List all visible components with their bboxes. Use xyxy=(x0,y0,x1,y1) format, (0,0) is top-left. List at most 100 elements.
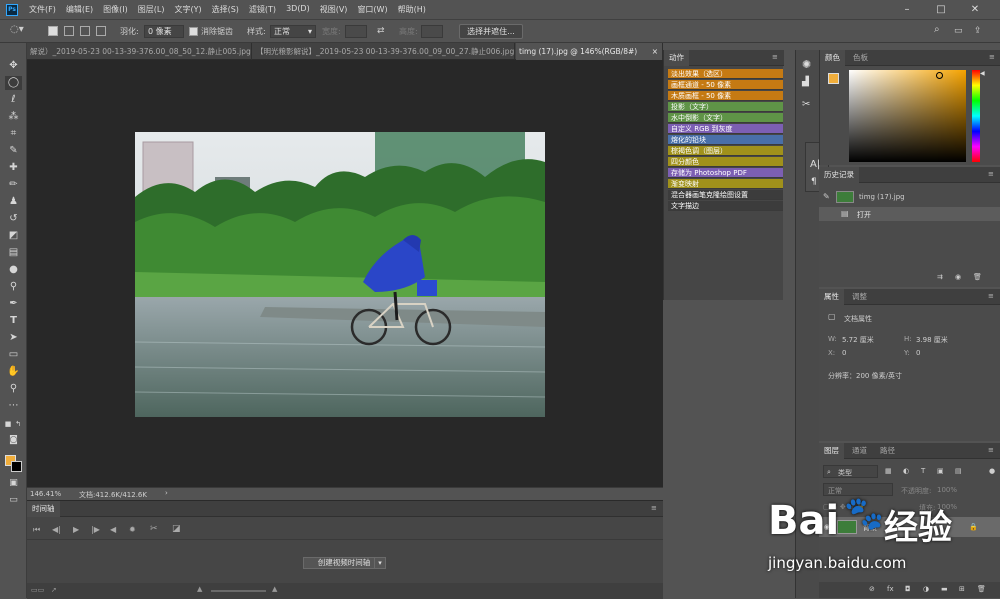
share-icon[interactable]: ⇪ xyxy=(974,25,982,38)
select-and-mask-button[interactable]: 选择并遮住... xyxy=(459,24,523,39)
menu-item[interactable]: 窗口(W) xyxy=(352,4,392,15)
filter-type-icon[interactable]: T xyxy=(921,467,925,475)
screen-mode-icon[interactable]: ▭ xyxy=(5,493,22,507)
menu-item[interactable]: 文件(F) xyxy=(24,4,61,15)
panel-menu-icon[interactable]: ≡ xyxy=(988,446,996,454)
brush-settings-icon[interactable]: ✺ xyxy=(802,58,811,71)
fg-swatch[interactable] xyxy=(828,73,839,84)
style-select[interactable]: 正常 ▾ xyxy=(270,25,316,38)
y-value[interactable]: 0 xyxy=(916,349,920,357)
history-state-row[interactable]: ▤ 打开 xyxy=(819,207,1000,221)
quick-mask-icon[interactable]: ◙ xyxy=(5,433,22,447)
search-icon[interactable]: ⌕ xyxy=(934,23,940,36)
actions-tab[interactable]: 动作 xyxy=(664,50,689,66)
quick-mask-mode-icon[interactable]: ▣ xyxy=(5,476,22,490)
render-icon[interactable]: ▭▭ xyxy=(31,586,44,594)
tab-swatches[interactable]: 色板 xyxy=(848,50,873,66)
first-frame-icon[interactable]: ⏮ xyxy=(33,525,40,535)
healing-brush-tool-icon[interactable]: ✚ xyxy=(5,161,22,175)
width-input[interactable] xyxy=(345,25,367,38)
chevron-down-icon[interactable]: ▾ xyxy=(374,557,386,569)
zoom-in-mountain-icon[interactable]: ▲ xyxy=(272,585,277,593)
default-colors-icon[interactable]: ■ xyxy=(3,417,13,431)
menu-item[interactable]: 选择(S) xyxy=(207,4,244,15)
timeline-tab[interactable]: 时间轴 xyxy=(27,501,60,517)
subtract-selection-icon[interactable] xyxy=(80,26,90,36)
transition-icon[interactable]: ◪ xyxy=(172,524,181,534)
new-snapshot-camera-icon[interactable]: ◉ xyxy=(955,273,961,281)
panel-menu-icon[interactable]: ≡ xyxy=(988,170,996,178)
tab-paths[interactable]: 路径 xyxy=(875,443,900,459)
tab-history[interactable]: 历史记录 xyxy=(819,167,859,183)
swap-icon[interactable]: ⇄ xyxy=(377,25,385,38)
workspace-icon[interactable]: ▭ xyxy=(954,25,963,38)
tab-color[interactable]: 颜色 xyxy=(820,50,845,66)
settings-gear-icon[interactable]: ✹ xyxy=(129,525,136,534)
pen-tool-icon[interactable]: ✒ xyxy=(5,297,22,311)
action-item[interactable]: 混合器画笔克隆绘图设置 xyxy=(668,190,783,200)
hand-tool-icon[interactable]: ✋ xyxy=(5,365,22,379)
brush-source-icon[interactable]: ✎ xyxy=(823,192,830,201)
tab-channels[interactable]: 通道 xyxy=(847,443,872,459)
rectangle-tool-icon[interactable]: ▭ xyxy=(5,348,22,362)
intersect-selection-icon[interactable] xyxy=(96,26,106,36)
tools-presets-icon[interactable]: ✂ xyxy=(802,99,810,110)
h-value[interactable]: 3.98 厘米 xyxy=(916,335,948,345)
crop-tool-icon[interactable]: ⌗ xyxy=(5,127,22,141)
minimize-icon[interactable]: – xyxy=(890,0,924,19)
filter-toggle-icon[interactable]: ● xyxy=(989,467,995,475)
menu-item[interactable]: 滤镜(T) xyxy=(244,4,281,15)
action-item[interactable]: 淡出效果（选区） xyxy=(668,69,783,79)
eraser-tool-icon[interactable]: ◩ xyxy=(5,229,22,243)
feather-input[interactable]: 0 像素 xyxy=(144,25,184,38)
menu-item[interactable]: 帮助(H) xyxy=(393,4,431,15)
menu-item[interactable]: 图像(I) xyxy=(98,4,133,15)
layer-filter-select[interactable]: ⌕ 类型 xyxy=(823,465,878,478)
color-picker-cursor[interactable] xyxy=(936,72,943,79)
lasso-tool-icon[interactable]: ℓ xyxy=(5,93,22,107)
menu-item[interactable]: 文字(Y) xyxy=(169,4,206,15)
menu-item[interactable]: 视图(V) xyxy=(315,4,353,15)
close-icon[interactable]: ✕ xyxy=(958,0,992,19)
color-field[interactable] xyxy=(849,70,966,162)
zoom-slider[interactable] xyxy=(211,590,266,592)
action-item[interactable]: 渐变映射 xyxy=(668,179,783,189)
move-tool-icon[interactable]: ✥ xyxy=(5,59,22,73)
hue-slider-handle-icon[interactable]: ◀ xyxy=(980,70,985,77)
filter-pixel-icon[interactable]: ▦ xyxy=(885,467,892,475)
doc-tab-1[interactable]: 解说）_2019-05-23 00-13-39-376.00_08_50_12.… xyxy=(27,43,252,60)
doc-tab-active[interactable]: timg (17).jpg @ 146%(RGB/8#) × xyxy=(516,43,663,60)
history-brush-tool-icon[interactable]: ↺ xyxy=(5,212,22,226)
panel-menu-icon[interactable]: ≡ xyxy=(651,504,659,512)
gradient-tool-icon[interactable]: ▤ xyxy=(5,246,22,260)
tab-adjustments[interactable]: 调整 xyxy=(847,289,872,305)
previous-frame-icon[interactable]: ◀| xyxy=(52,525,61,534)
action-item[interactable]: 投影（文字） xyxy=(668,102,783,112)
panel-menu-icon[interactable]: ≡ xyxy=(772,53,780,61)
blur-tool-icon[interactable]: ● xyxy=(5,263,22,277)
action-item[interactable]: 画框通道 - 50 像素 xyxy=(668,80,783,90)
background-color-swatch[interactable] xyxy=(11,461,22,472)
zoom-tool-icon[interactable]: ⚲ xyxy=(5,382,22,396)
brush-tool-icon[interactable]: ✏ xyxy=(5,178,22,192)
play-icon[interactable]: ▶ xyxy=(73,525,79,534)
close-tab-icon[interactable]: × xyxy=(652,43,658,60)
type-tool-icon[interactable]: T xyxy=(5,314,22,328)
eyedropper-tool-icon[interactable]: ✎ xyxy=(5,144,22,158)
split-scissors-icon[interactable]: ✂ xyxy=(150,524,158,534)
dodge-tool-icon[interactable]: ⚲ xyxy=(5,280,22,294)
action-item[interactable]: 木质画框 - 50 像素 xyxy=(668,91,783,101)
menu-item[interactable]: 3D(D) xyxy=(281,4,315,15)
clone-stamp-tool-icon[interactable]: ♟ xyxy=(5,195,22,209)
more-tools-icon[interactable]: ⋯ xyxy=(5,399,22,413)
action-item[interactable]: 熔化的铅块 xyxy=(668,135,783,145)
tab-layers[interactable]: 图层 xyxy=(819,443,844,459)
tab-properties[interactable]: 属性 xyxy=(819,289,844,305)
new-document-from-state-icon[interactable]: ⇉ xyxy=(937,273,943,281)
audio-icon[interactable]: ◀ xyxy=(110,525,116,534)
action-item[interactable]: 水中倒影（文字） xyxy=(668,113,783,123)
hue-slider[interactable] xyxy=(972,70,980,162)
zoom-level[interactable]: 146.41% xyxy=(30,490,61,498)
action-item[interactable]: 四分颜色 xyxy=(668,157,783,167)
new-selection-icon[interactable] xyxy=(48,26,58,36)
